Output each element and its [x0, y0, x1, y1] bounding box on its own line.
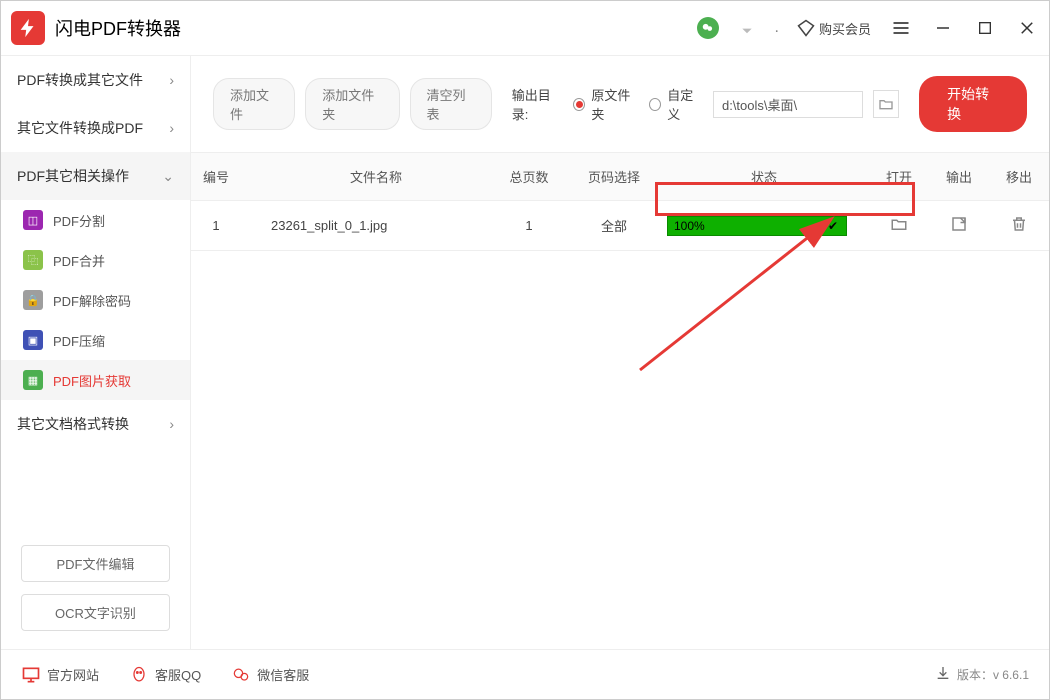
sidebar-group-pdf-ops[interactable]: PDF其它相关操作 ⌄ — [1, 152, 190, 200]
cell-id: 1 — [191, 204, 241, 247]
wechat-support-icon — [231, 665, 251, 685]
qq-icon — [129, 665, 149, 685]
sidebar-item-merge[interactable]: ⿻ PDF合并 — [1, 240, 190, 280]
th-status: 状态 — [659, 153, 869, 200]
chevron-down-icon: ⌄ — [162, 168, 174, 185]
version-label: 版本：v 6.6.1 — [957, 666, 1029, 683]
minimize-button[interactable] — [931, 16, 955, 40]
th-pagesel: 页码选择 — [569, 153, 659, 200]
sidebar-group-label: 其它文件转换成PDF — [17, 118, 143, 138]
pdf-edit-button[interactable]: PDF文件编辑 — [21, 545, 170, 582]
image-icon: ▦ — [23, 370, 43, 390]
radio-off-icon — [649, 98, 661, 111]
check-icon: ✔ — [828, 219, 838, 233]
sidebar-item-split[interactable]: ◫ PDF分割 — [1, 200, 190, 240]
menu-button[interactable] — [889, 16, 913, 40]
sidebar-item-extract-image[interactable]: ▦ PDF图片获取 — [1, 360, 190, 400]
radio-original-folder[interactable]: 原文件夹 — [573, 85, 639, 123]
download-icon[interactable] — [935, 665, 951, 684]
sidebar-group-label: PDF转换成其它文件 — [17, 70, 143, 90]
radio-label: 原文件夹 — [591, 85, 639, 123]
vip-button[interactable]: 购买会员 — [797, 19, 871, 38]
official-site-link[interactable]: 官方网站 — [21, 665, 99, 685]
compress-icon: ▣ — [23, 330, 43, 350]
radio-on-icon — [573, 98, 585, 111]
ocr-button[interactable]: OCR文字识别 — [21, 594, 170, 631]
cell-pages: 1 — [489, 204, 569, 247]
maximize-button[interactable] — [973, 16, 997, 40]
th-out: 输出 — [929, 153, 989, 200]
start-convert-button[interactable]: 开始转换 — [919, 76, 1027, 132]
output-path-input[interactable] — [713, 91, 863, 118]
chevron-right-icon: › — [169, 72, 174, 88]
sidebar-group-label: PDF其它相关操作 — [17, 166, 129, 186]
sidebar-item-label: PDF解除密码 — [53, 291, 131, 310]
sidebar-group-doc-convert[interactable]: 其它文档格式转换 › — [1, 400, 190, 448]
th-del: 移出 — [989, 153, 1049, 200]
add-folder-button[interactable]: 添加文件夹 — [305, 78, 399, 130]
table-row: 1 23261_split_0_1.jpg 1 全部 100% ✔ — [191, 201, 1049, 251]
app-logo — [11, 11, 45, 45]
clear-list-button[interactable]: 清空列表 — [410, 78, 492, 130]
vip-label: 购买会员 — [819, 19, 871, 38]
sidebar-item-label: PDF压缩 — [53, 331, 105, 350]
sidebar-item-label: PDF图片获取 — [53, 371, 131, 390]
sidebar-item-unlock[interactable]: 🔒 PDF解除密码 — [1, 280, 190, 320]
sidebar-item-compress[interactable]: ▣ PDF压缩 — [1, 320, 190, 360]
radio-label: 自定义 — [667, 85, 703, 123]
wechat-support-link[interactable]: 微信客服 — [231, 665, 309, 685]
sidebar-item-label: PDF分割 — [53, 211, 105, 230]
sidebar-group-label: 其它文档格式转换 — [17, 414, 129, 434]
export-button[interactable] — [950, 221, 968, 236]
dot-separator: . — [775, 19, 779, 37]
split-icon: ◫ — [23, 210, 43, 230]
browse-button[interactable] — [873, 90, 899, 118]
merge-icon: ⿻ — [23, 250, 43, 270]
sidebar-item-label: PDF合并 — [53, 251, 105, 270]
monitor-icon — [21, 665, 41, 685]
cell-pagesel[interactable]: 全部 — [569, 202, 659, 249]
cell-filename: 23261_split_0_1.jpg — [241, 204, 489, 247]
close-button[interactable] — [1015, 16, 1039, 40]
output-dir-label: 输出目录: — [512, 85, 564, 123]
progress-bar: 100% ✔ — [667, 216, 847, 236]
th-open: 打开 — [869, 153, 929, 200]
footer-link-label: 微信客服 — [257, 665, 309, 684]
th-id: 编号 — [191, 153, 241, 200]
th-name: 文件名称 — [241, 153, 489, 200]
footer-link-label: 官方网站 — [47, 665, 99, 684]
lock-icon: 🔒 — [23, 290, 43, 310]
chevron-right-icon: › — [169, 416, 174, 432]
th-pages: 总页数 — [489, 153, 569, 200]
chevron-right-icon: › — [169, 120, 174, 136]
footer-link-label: 客服QQ — [155, 665, 201, 684]
add-file-button[interactable]: 添加文件 — [213, 78, 295, 130]
sidebar-group-pdf-to-other[interactable]: PDF转换成其它文件 › — [1, 56, 190, 104]
open-folder-button[interactable] — [890, 221, 908, 236]
progress-text: 100% — [674, 219, 705, 233]
dropdown-icon[interactable] — [737, 18, 757, 38]
qq-support-link[interactable]: 客服QQ — [129, 665, 201, 685]
app-title: 闪电PDF转换器 — [55, 15, 181, 41]
radio-custom-folder[interactable]: 自定义 — [649, 85, 703, 123]
sidebar-group-other-to-pdf[interactable]: 其它文件转换成PDF › — [1, 104, 190, 152]
wechat-icon[interactable] — [697, 17, 719, 39]
remove-button[interactable] — [1010, 221, 1028, 236]
